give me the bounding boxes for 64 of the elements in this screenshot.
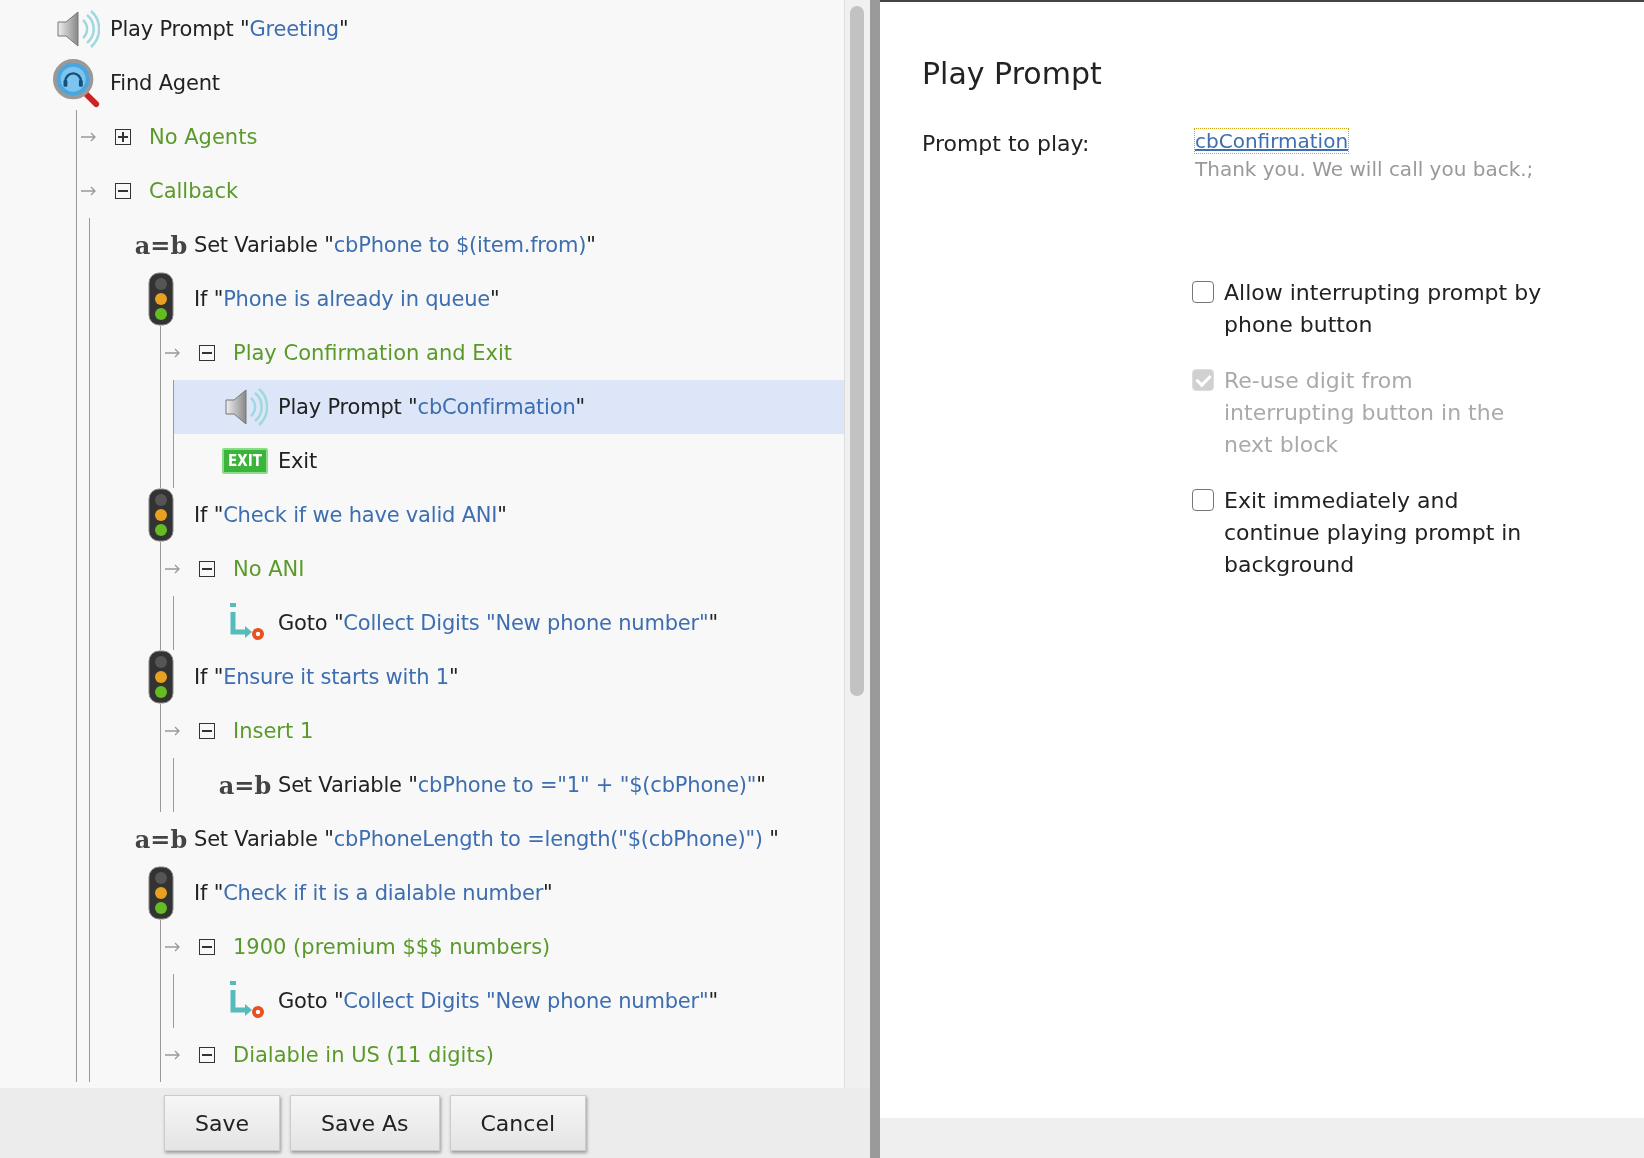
expand-icon[interactable] (115, 129, 131, 145)
tree-node[interactable]: Play Prompt "Greeting" (0, 2, 844, 56)
node-label: Exit (278, 449, 317, 473)
node-label: If "Check if it is a dialable number" (194, 881, 553, 905)
node-label: Set Variable "cbPhoneLength to =length("$(cbPhone)") " (194, 827, 779, 851)
node-label: If "Ensure it starts with 1" (194, 665, 459, 689)
scrollbar[interactable] (844, 0, 870, 1088)
node-label: Set Variable "cbPhone to $(item.from)" (194, 233, 596, 257)
panel-title: Play Prompt (922, 56, 1103, 91)
option-label: Allow interrupting prompt by phone button (1224, 279, 1543, 339)
collapse-icon[interactable] (199, 345, 215, 361)
tree-node[interactable]: Goto "Collect Digits "New phone number"" (174, 974, 844, 1028)
traffic-light-icon (148, 866, 174, 920)
node-label: If "Check if we have valid ANI" (194, 503, 507, 527)
collapse-icon[interactable] (199, 561, 215, 577)
action-button[interactable]: Save (163, 1095, 280, 1151)
tree-node[interactable]: a=b Set Variable "cbPhone to ="1" + "$(cbPhone)"" (174, 758, 844, 812)
collapse-icon[interactable] (199, 723, 215, 739)
traffic-light-icon (148, 488, 174, 542)
tree-node[interactable]: If "Ensure it starts with 1" (90, 650, 844, 704)
assignment-icon: a=b (218, 770, 272, 800)
node-label: Play Prompt "cbConfirmation" (278, 395, 585, 419)
exit-icon: EXIT (222, 448, 268, 474)
prompt-link[interactable]: cbConfirmation (1195, 129, 1349, 153)
collapse-icon[interactable] (199, 939, 215, 955)
branch-arrow-icon (81, 186, 97, 196)
branch-arrow-icon (165, 726, 181, 736)
tree-node[interactable]: a=b Set Variable "cbPhone to $(item.from)" (90, 218, 844, 272)
tree-node[interactable]: EXIT Exit (174, 434, 844, 488)
tree-node[interactable]: If "Check if it is a dialable number" (90, 866, 844, 920)
option-label: Exit immediately and continue playing prompt in background (1224, 487, 1523, 579)
branch-arrow-icon (165, 942, 181, 952)
tree-node[interactable]: If "Check if we have valid ANI" (90, 488, 844, 542)
node-label: Goto "Collect Digits "New phone number"" (278, 611, 718, 635)
traffic-light-icon (148, 650, 174, 704)
node-label: If "Phone is already in queue" (194, 287, 500, 311)
branch-arrow-icon (165, 1050, 181, 1060)
action-button[interactable]: Save As (290, 1095, 440, 1151)
node-label: Play Prompt "Greeting" (110, 17, 349, 41)
action-button[interactable]: Cancel (449, 1095, 587, 1151)
node-label: Find Agent (110, 71, 220, 95)
branch-arrow-icon (165, 564, 181, 574)
tree-node[interactable]: a=b Set Variable "cbPhoneLength to =length("$(cbPhone)") " (90, 812, 844, 866)
tree-node[interactable]: Goto "Collect Digits "New phone number"" (174, 596, 844, 650)
collapse-icon[interactable] (115, 183, 131, 199)
node-label: Set Variable "cbPhone to ="1" + "$(cbPhone)"" (278, 773, 766, 797)
field-label: Prompt to play: (922, 130, 1091, 158)
option-checkbox[interactable] (1192, 489, 1214, 511)
traffic-light-icon (148, 272, 174, 326)
prompt-text: Thank you. We will call you back.; (1195, 157, 1534, 181)
branch-arrow-icon (81, 132, 97, 142)
assignment-icon: a=b (134, 230, 188, 260)
tree-node[interactable]: Play Prompt "cbConfirmation" (174, 380, 844, 434)
magnifier-icon (52, 57, 102, 109)
speaker-icon (54, 8, 100, 50)
collapse-icon[interactable] (199, 1047, 215, 1063)
option-label: Re-use digit from interrupting button in the next block (1224, 367, 1506, 459)
speaker-icon (222, 386, 268, 428)
branch-arrow-icon (165, 348, 181, 358)
assignment-icon: a=b (134, 824, 188, 854)
tree-node[interactable]: Find Agent (0, 56, 844, 110)
tree-node[interactable]: If "Phone is already in queue" (90, 272, 844, 326)
option-checkbox[interactable] (1192, 281, 1214, 303)
node-label: Goto "Collect Digits "New phone number"" (278, 989, 718, 1013)
